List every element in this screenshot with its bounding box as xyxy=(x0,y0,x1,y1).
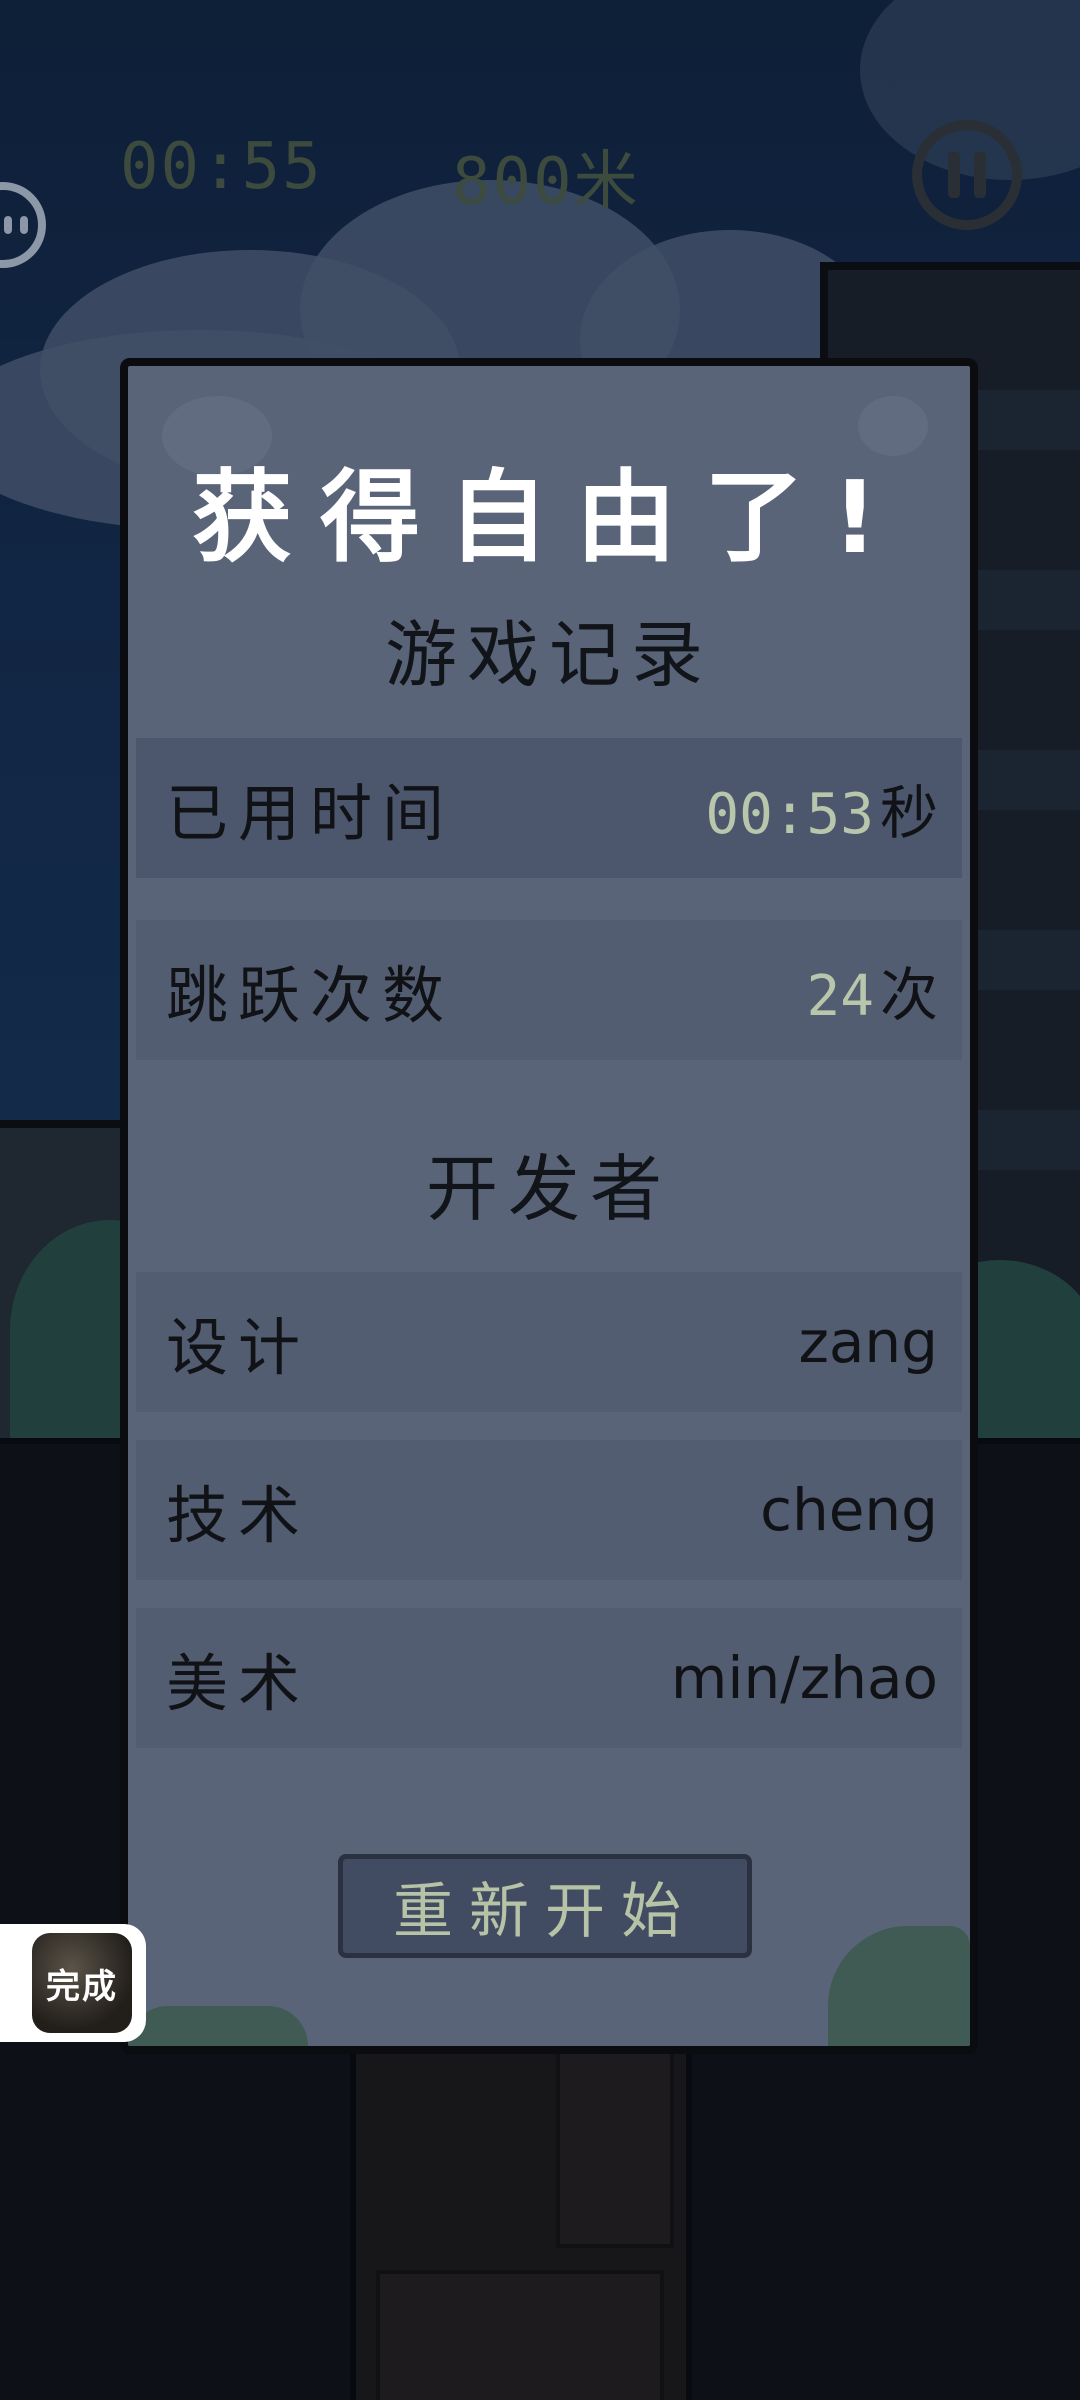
stat-label: 跳跃次数 xyxy=(166,959,455,1032)
developers-heading: 开发者 xyxy=(425,1147,672,1231)
hud-distance: 800米 xyxy=(452,145,640,219)
app-shortcut-badge[interactable]: 完成 xyxy=(0,1924,146,2042)
result-dialog: 获得自由了! 游戏记录 已用时间 00:53 秒 跳跃次数 24 次 开发者 设… xyxy=(120,358,978,2054)
restart-button[interactable]: 重新开始 xyxy=(338,1854,752,1958)
grass-decor xyxy=(828,1926,970,2046)
credit-role: 美术 xyxy=(166,1647,311,1720)
game-screen: 00:55 800米 获得自由了! 游戏记录 已用时间 00:53 秒 跳跃次数… xyxy=(0,0,1080,2400)
stat-value: 24 次 xyxy=(807,948,938,1032)
grass-decor xyxy=(128,2006,308,2046)
credit-role: 技术 xyxy=(166,1479,311,1552)
pause-icon[interactable] xyxy=(912,120,1022,230)
credit-row-tech: 技术 cheng xyxy=(136,1440,962,1580)
game-record-heading: 游戏记录 xyxy=(384,613,713,697)
stat-row-time: 已用时间 00:53 秒 xyxy=(136,738,962,878)
dialog-title: 获得自由了! xyxy=(192,459,906,576)
stat-label: 已用时间 xyxy=(166,777,455,850)
credit-name: cheng xyxy=(760,1476,938,1544)
stat-unit: 秒 xyxy=(879,779,938,847)
credit-row-design: 设计 zang xyxy=(136,1272,962,1412)
app-icon[interactable]: 完成 xyxy=(32,1933,132,2033)
credit-row-art: 美术 min/zhao xyxy=(136,1608,962,1748)
credit-name: zang xyxy=(798,1308,938,1376)
credit-role: 设计 xyxy=(166,1311,311,1384)
stat-value: 00:53 秒 xyxy=(705,766,938,850)
stat-unit: 次 xyxy=(879,961,938,1029)
credit-name: min/zhao xyxy=(670,1644,938,1712)
stat-row-jumps: 跳跃次数 24 次 xyxy=(136,920,962,1060)
hud-timer: 00:55 xyxy=(120,130,323,204)
stat-number: 24 xyxy=(806,964,874,1029)
stat-number: 00:53 xyxy=(705,782,874,847)
